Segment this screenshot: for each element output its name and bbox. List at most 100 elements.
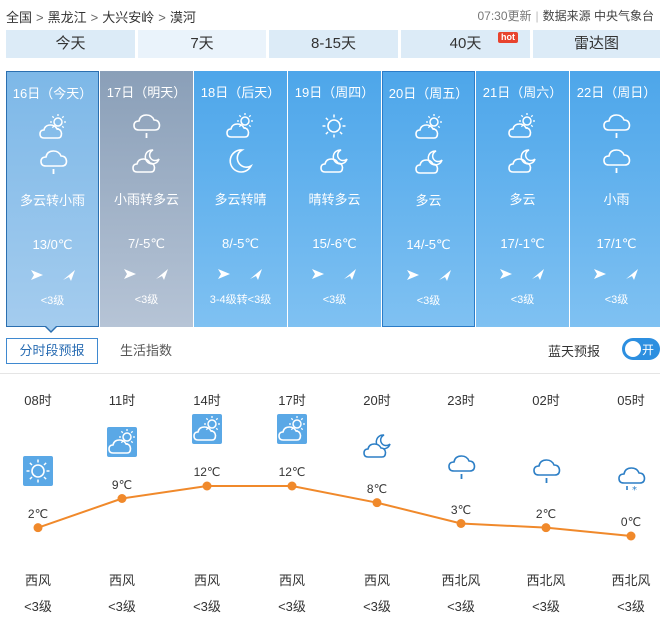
hour-wind-level: <3级 — [363, 599, 391, 614]
partly-cloudy-icon — [277, 414, 307, 444]
day-temp-range: 8/-5℃ — [221, 236, 259, 251]
day-card[interactable]: 18日（后天） 多云转晴 8/-5℃ 3-4级转<3级 — [194, 71, 287, 327]
hour-wind-level: <3级 — [278, 599, 306, 614]
day-wind-level: <3级 — [416, 295, 441, 307]
hour-wind-level: <3级 — [532, 599, 560, 614]
day-wind-level: 3-4级转<3级 — [209, 294, 272, 306]
rain-snow-icon: * — [616, 464, 646, 496]
day-wind-level: <3级 — [40, 295, 65, 307]
toggle-knob — [625, 341, 641, 357]
hour-wind-dir: 西风 — [193, 573, 220, 588]
day-temp-range: 17/1℃ — [596, 236, 637, 251]
day-temp-range: 13/0℃ — [32, 237, 73, 252]
hour-wind-level: <3级 — [447, 599, 475, 614]
partly-cloudy-night-icon — [319, 146, 351, 176]
hour-temp: 12℃ — [278, 465, 306, 479]
day-card[interactable]: 19日（周四） 晴转多云 15/-6℃ <3级 — [288, 71, 381, 327]
temperature-point — [202, 481, 212, 491]
hour-temp: 9℃ — [111, 477, 133, 492]
hour-wind-level: <3级 — [617, 599, 645, 614]
partly-cloudy-icon — [414, 112, 446, 142]
partly-cloudy-night-icon — [131, 146, 163, 176]
tab-7day[interactable]: 7天 — [138, 30, 266, 58]
tab-40day[interactable]: 40天 hot — [401, 30, 530, 58]
hour-label: 20时 — [363, 393, 391, 408]
breadcrumb-province[interactable]: 黑龙江 — [48, 10, 87, 25]
hour-wind-dir: 西风 — [108, 573, 135, 588]
hour-temp: 12℃ — [193, 465, 221, 479]
temperature-point — [626, 531, 636, 541]
day-card[interactable]: 16日（今天） 多云转小雨 13/0℃ <3级 — [6, 71, 99, 327]
temperature-point — [33, 523, 43, 533]
hour-temp: 0℃ — [620, 515, 642, 529]
sunny-icon — [23, 455, 53, 486]
hour-label: 14时 — [193, 393, 221, 408]
tab-today[interactable]: 今天 — [6, 30, 135, 58]
hour-label: 08时 — [24, 393, 52, 408]
partly-cloudy-icon — [225, 111, 257, 141]
hour-wind-level: <3级 — [108, 599, 136, 614]
day-temp-range: 17/-1℃ — [500, 236, 545, 251]
hour-wind-dir: 西北风 — [441, 573, 481, 588]
day-weather-desc: 小雨转多云 — [113, 192, 179, 207]
temperature-point — [456, 519, 466, 528]
temperature-point — [372, 498, 382, 508]
bluesky-label: 蓝天预报 — [547, 344, 600, 359]
hour-label: 02时 — [532, 393, 560, 408]
update-time: 07:30更新 — [477, 9, 532, 23]
hot-badge: hot — [498, 32, 518, 43]
tab-hourly[interactable]: 分时段预报 — [6, 338, 98, 364]
breadcrumb-prefecture[interactable]: 大兴安岭 — [102, 10, 154, 25]
hour-label: 05时 — [617, 393, 645, 408]
hour-label: 17时 — [278, 393, 306, 408]
light-rain-icon — [38, 147, 70, 177]
tab-life-index[interactable]: 生活指数 — [120, 338, 190, 364]
bluesky-toggle[interactable]: 开 — [622, 338, 660, 360]
day-wind-level: <3级 — [510, 294, 535, 306]
toggle-label: 开 — [642, 343, 655, 357]
breadcrumb-sep: > — [158, 10, 166, 25]
day-temp-range: 14/-5℃ — [406, 237, 451, 252]
update-meta: 07:30更新 | 数据来源 中央气象台 — [477, 9, 655, 23]
day-date: 17日（明天） — [106, 85, 187, 100]
breadcrumb: 全国 > 黑龙江 > 大兴安岭 > 漠河 — [6, 7, 196, 26]
seven-day-forecast: 16日（今天） 多云转小雨 13/0℃ <3级 17日（明天） 小雨转多云 7/… — [6, 71, 660, 327]
day-card[interactable]: 20日（周五） 多云 14/-5℃ <3级 — [382, 71, 475, 327]
day-card[interactable]: 22日（周日） 小雨 17/1℃ <3级 — [570, 71, 660, 327]
data-source: 数据来源 中央气象台 — [542, 9, 654, 23]
temperature-point — [287, 481, 297, 491]
day-date: 21日（周六） — [482, 85, 563, 100]
forecast-tabs: 今天 7天 8-15天 40天 hot 雷达图 — [6, 30, 660, 58]
partly-cloudy-night-icon — [414, 147, 446, 177]
breadcrumb-sep: > — [90, 10, 99, 25]
tab-radar[interactable]: 雷达图 — [533, 30, 660, 58]
hour-label: 23时 — [447, 393, 475, 408]
wind-direction-icon — [592, 267, 642, 281]
tab-8-15day[interactable]: 8-15天 — [269, 30, 398, 58]
hour-wind-dir: 西风 — [363, 573, 390, 588]
day-wind-level: <3级 — [604, 294, 629, 306]
day-weather-desc: 多云 — [509, 192, 536, 207]
moon-icon — [225, 146, 257, 176]
day-wind-level: <3级 — [134, 294, 159, 306]
day-weather-desc: 多云转小雨 — [19, 193, 85, 208]
wind-direction-icon — [29, 268, 79, 282]
day-temp-range: 7/-5℃ — [127, 236, 165, 251]
partly-cloudy-icon — [107, 426, 137, 457]
wind-direction-icon — [405, 268, 455, 282]
day-card[interactable]: 17日（明天） 小雨转多云 7/-5℃ <3级 — [100, 71, 193, 327]
hour-label: 11时 — [108, 393, 136, 408]
wind-direction-icon — [498, 267, 548, 281]
hour-temp: 8℃ — [366, 481, 388, 496]
partly-cloudy-icon — [38, 112, 70, 142]
hour-wind-dir: 西北风 — [611, 573, 651, 588]
wind-direction-icon — [216, 267, 266, 281]
light-rain-icon — [446, 452, 476, 482]
breadcrumb-sep: > — [36, 10, 44, 25]
partly-cloudy-icon — [507, 111, 539, 141]
breadcrumb-city[interactable]: 漠河 — [170, 10, 196, 25]
partly-cloudy-icon — [192, 414, 222, 444]
day-card[interactable]: 21日（周六） 多云 17/-1℃ <3级 — [476, 71, 569, 327]
breadcrumb-country[interactable]: 全国 — [6, 10, 32, 25]
svg-text:*: * — [632, 485, 637, 494]
